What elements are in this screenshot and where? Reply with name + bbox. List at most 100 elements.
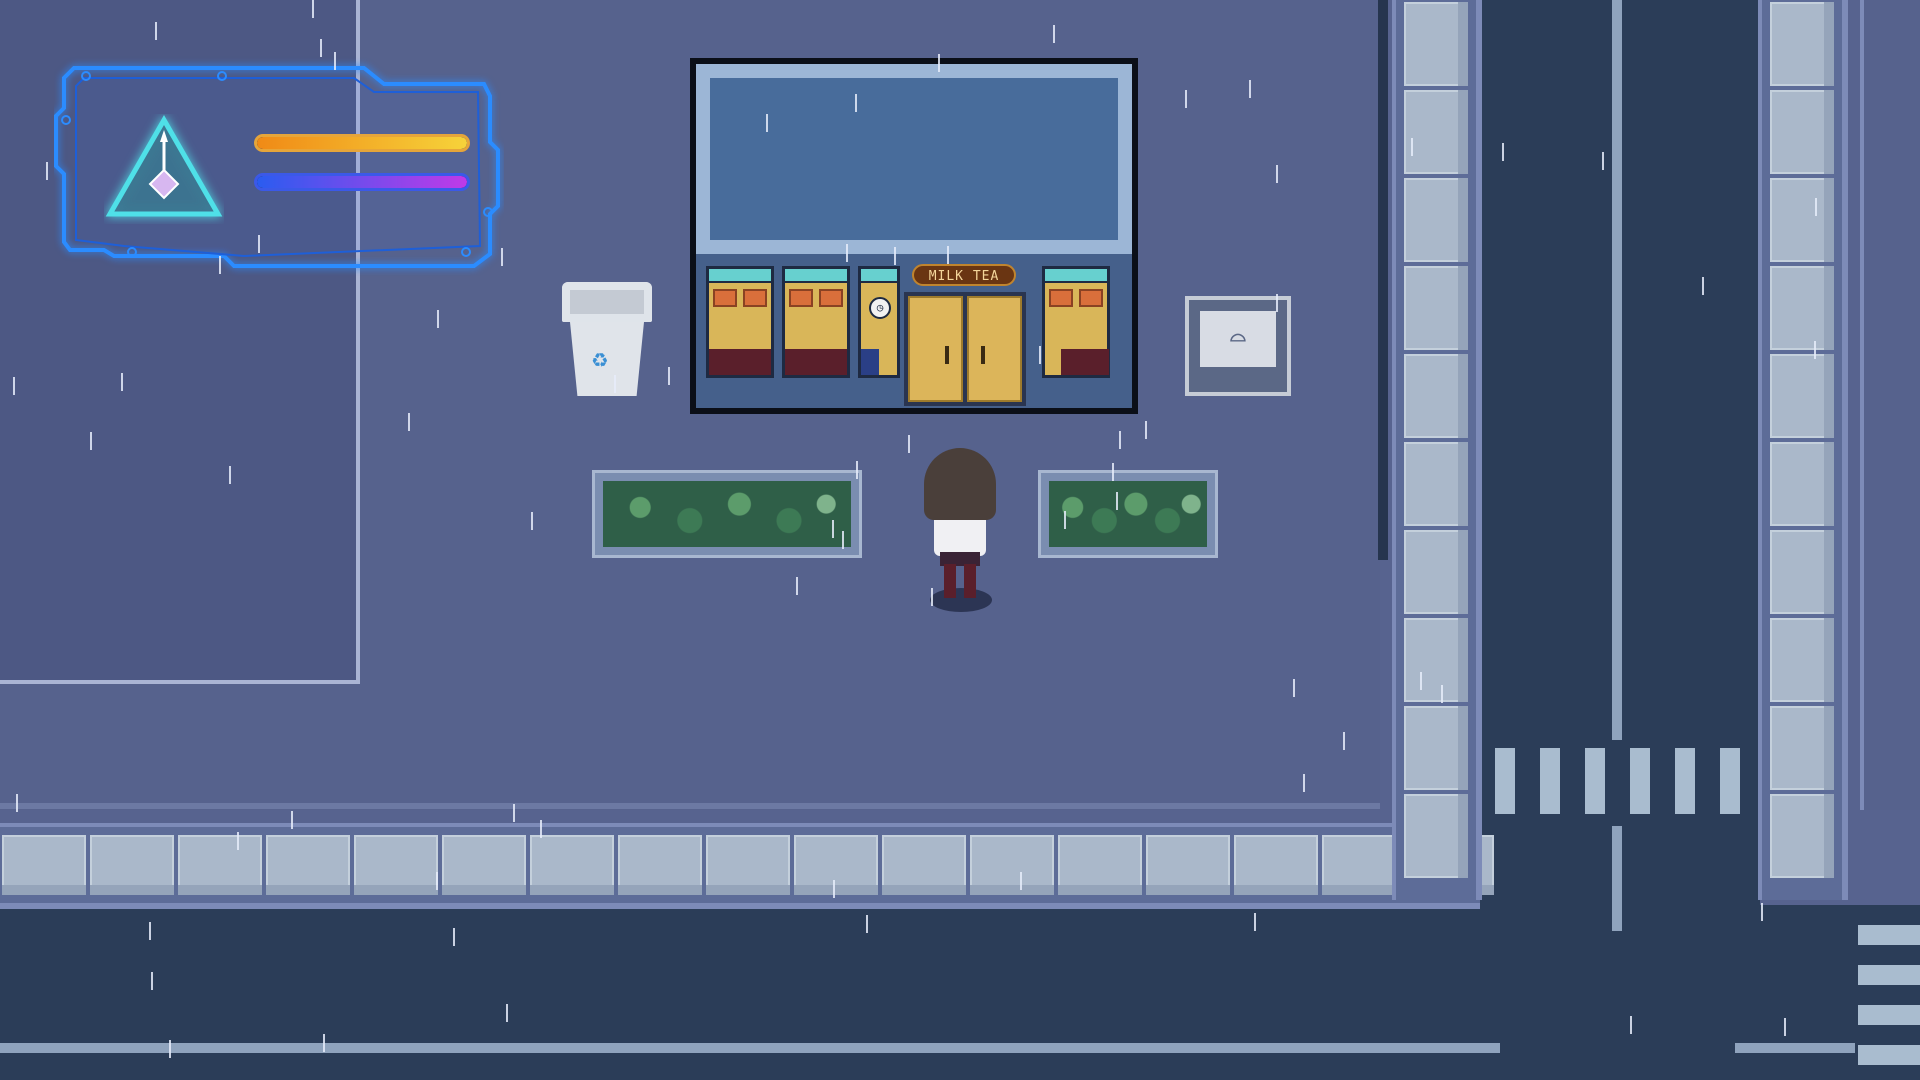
shop-front: ◷ MILK TEA: [696, 254, 1132, 408]
raindrop: [1145, 421, 1147, 439]
raindrop: [1411, 138, 1413, 156]
shop-roof: [696, 64, 1132, 254]
raindrop: [229, 466, 231, 484]
shop-window: [1042, 266, 1110, 378]
raindrop: [1343, 732, 1345, 750]
far-lot: [1860, 0, 1920, 810]
raindrop: [833, 880, 835, 898]
shop-sign: MILK TEA: [912, 264, 1016, 286]
raindrop: [855, 94, 857, 112]
raindrop: [938, 54, 940, 72]
shop-window: [706, 266, 774, 378]
raindrop: [453, 928, 455, 946]
raindrop: [291, 811, 293, 829]
raindrop: [1116, 492, 1118, 510]
raindrop: [540, 820, 542, 838]
raindrop: [169, 1040, 171, 1058]
raindrop: [856, 461, 858, 479]
raindrop: [323, 1034, 325, 1052]
sidewalk-vertical: [1758, 0, 1848, 900]
raindrop: [46, 162, 48, 180]
raindrop: [1303, 774, 1305, 792]
raindrop: [908, 435, 910, 453]
raindrop: [1814, 341, 1816, 359]
raindrop: [668, 367, 670, 385]
flower-planter-left: [592, 470, 862, 558]
raindrop: [1815, 198, 1817, 216]
raindrop: [1602, 152, 1604, 170]
raindrop: [1276, 294, 1278, 312]
raindrop: [90, 432, 92, 450]
curb: [1378, 0, 1388, 560]
road-line: [1612, 826, 1622, 931]
raindrop: [1784, 1018, 1786, 1036]
plaza-edge: [0, 803, 1380, 809]
raindrop: [237, 832, 239, 850]
raindrop: [1119, 431, 1121, 449]
raindrop: [1441, 685, 1443, 703]
energy-bar-fill: [257, 176, 467, 188]
raindrop: [1020, 872, 1022, 890]
recycle-icon: ♻: [592, 344, 608, 374]
milk-tea-shop[interactable]: ◷ MILK TEA: [690, 58, 1138, 414]
raindrop: [614, 375, 616, 393]
raindrop: [506, 1004, 508, 1022]
road-horizontal: [0, 905, 1920, 1080]
raindrop: [121, 373, 123, 391]
crosswalk: [1858, 925, 1920, 1065]
raindrop: [408, 413, 410, 431]
raindrop: [16, 794, 18, 812]
raindrop: [334, 52, 336, 70]
raindrop: [866, 915, 868, 933]
shop-door[interactable]: [904, 292, 1026, 406]
raindrop: [1249, 80, 1251, 98]
raindrop: [846, 244, 848, 262]
raindrop: [320, 39, 322, 57]
energy-bar: [254, 173, 470, 191]
recycle-bin[interactable]: ♻: [562, 282, 652, 400]
raindrop: [1502, 143, 1504, 161]
game-scene: ◷ MILK TEA ♻ ⌓: [0, 0, 1920, 1080]
raindrop: [842, 531, 844, 549]
raindrop: [501, 248, 503, 266]
road-line: [0, 1043, 1500, 1053]
health-bar-fill: [257, 137, 467, 149]
sidewalk-horizontal: [0, 823, 1494, 909]
raindrop: [947, 246, 949, 264]
shop-window: [782, 266, 850, 378]
raindrop: [832, 520, 834, 538]
raindrop: [1420, 672, 1422, 690]
clock-icon: ◷: [869, 297, 891, 319]
raindrop: [1053, 25, 1055, 43]
raindrop: [1761, 903, 1763, 921]
raindrop: [531, 512, 533, 530]
raindrop: [1702, 277, 1704, 295]
raindrop: [151, 972, 153, 990]
shop-building: ◷ MILK TEA: [696, 64, 1132, 408]
raindrop: [1064, 511, 1066, 529]
bench-icon: ⌓: [1230, 324, 1246, 354]
road-line: [1735, 1043, 1855, 1053]
raindrop: [13, 377, 15, 395]
health-bar: [254, 134, 470, 152]
raindrop: [155, 22, 157, 40]
raindrop: [437, 310, 439, 328]
raindrop: [258, 235, 260, 253]
raindrop: [766, 114, 768, 132]
crosswalk: [1495, 748, 1740, 814]
shop-window-clock: ◷: [858, 266, 900, 378]
raindrop: [894, 247, 896, 265]
triangle-crystal-icon: [105, 114, 223, 217]
raindrop: [1039, 346, 1041, 364]
raindrop: [931, 588, 933, 606]
sidewalk-vertical: [1392, 0, 1482, 900]
road-line: [1612, 0, 1622, 740]
raindrop: [219, 256, 221, 274]
raindrop: [1276, 165, 1278, 183]
raindrop: [436, 872, 438, 890]
raindrop: [149, 922, 151, 940]
raindrop: [1630, 1016, 1632, 1034]
raindrop: [513, 804, 515, 822]
raindrop: [1293, 679, 1295, 697]
raindrop: [312, 0, 314, 18]
